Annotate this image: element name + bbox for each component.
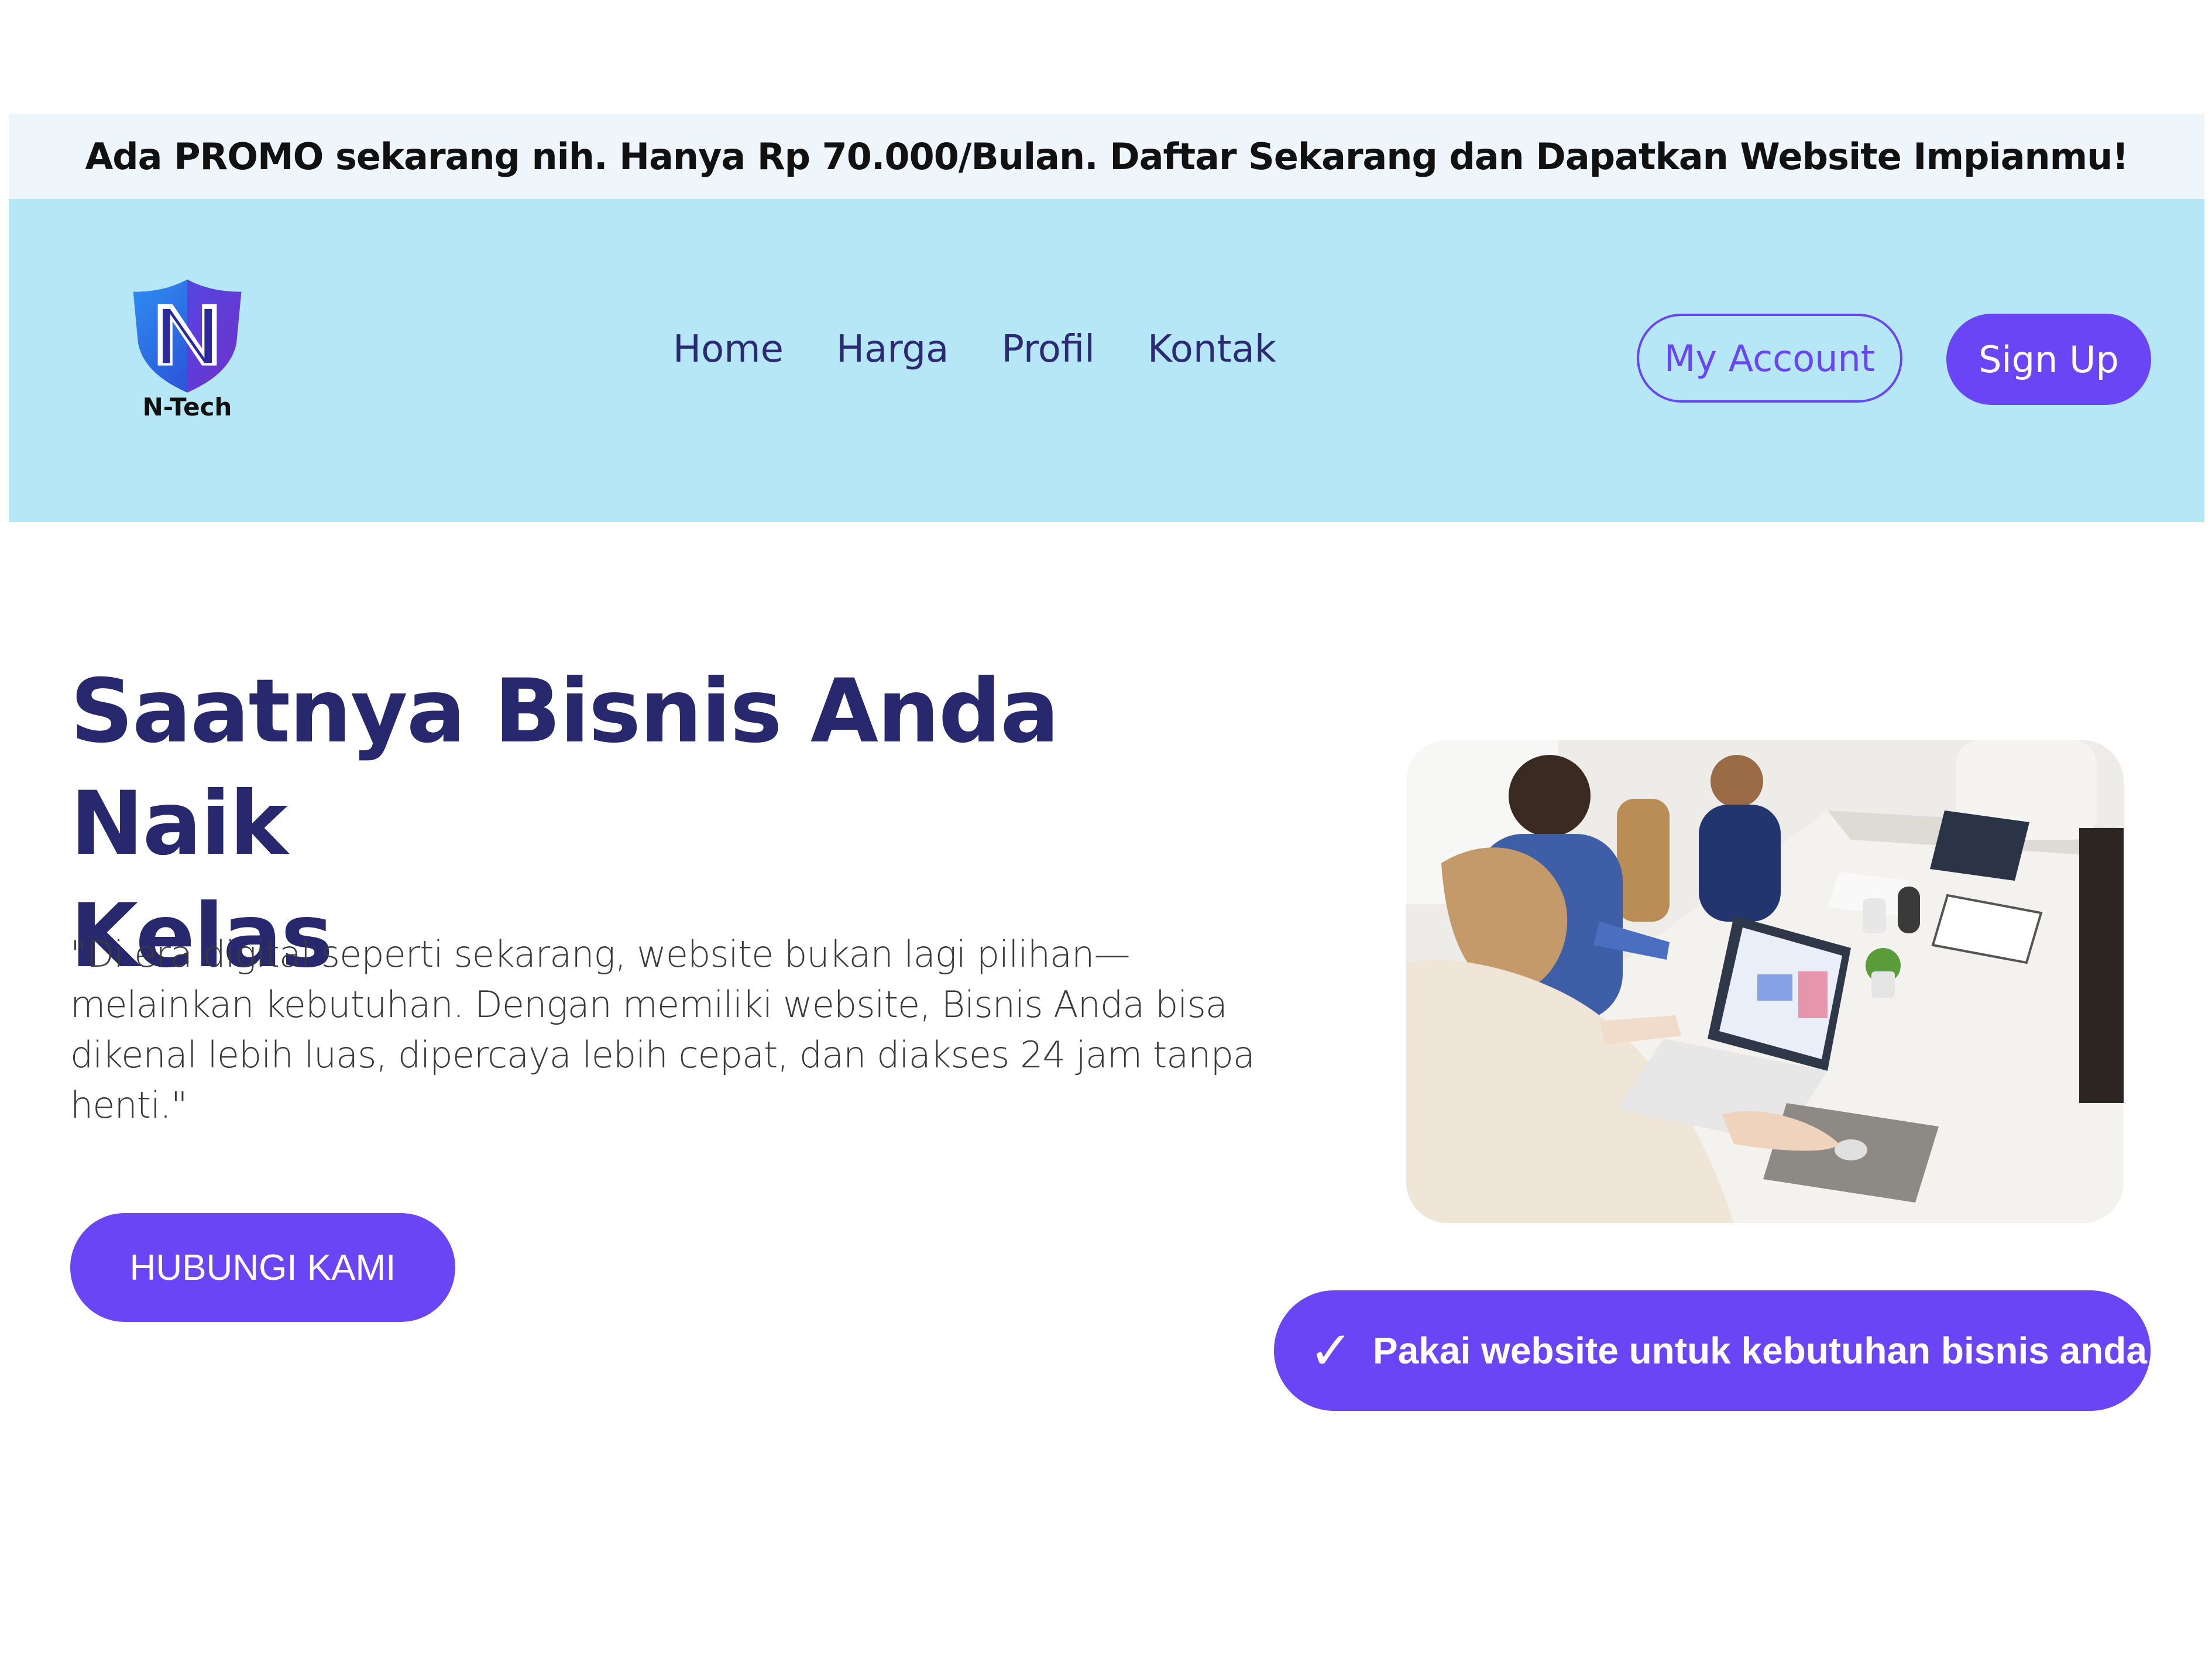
promo-text: Ada PROMO sekarang nih. Hanya Rp 70.000/… (85, 135, 2128, 178)
business-team-meeting-photo (1406, 740, 2124, 1223)
sign-up-button[interactable]: Sign Up (1946, 314, 2151, 405)
logo-text: N-Tech (142, 393, 232, 421)
main-nav: Home Harga Profil Kontak (673, 328, 1276, 371)
shield-n-logo-icon (133, 279, 242, 393)
logo[interactable]: N-Tech (114, 272, 260, 421)
hero-description: "Di era digital seperti sekarang, websit… (70, 933, 1255, 1126)
nav-harga[interactable]: Harga (836, 328, 949, 371)
nav-kontak[interactable]: Kontak (1148, 328, 1276, 371)
feature-badge-text: Pakai website untuk kebutuhan bisnis and… (1373, 1330, 2147, 1372)
feature-badge: ✓ Pakai website untuk kebutuhan bisnis a… (1274, 1290, 2151, 1411)
my-account-button[interactable]: My Account (1637, 314, 1902, 403)
site-header: N-Tech Home Harga Profil Kontak My Accou… (9, 199, 2204, 522)
hero-title-line1: Saatnya Bisnis Anda Naik (70, 661, 1059, 875)
page-frame: Ada PROMO sekarang nih. Hanya Rp 70.000/… (9, 114, 2204, 522)
check-icon: ✓ (1308, 1320, 1354, 1382)
nav-home[interactable]: Home (673, 328, 784, 371)
nav-profil[interactable]: Profil (1001, 328, 1095, 371)
contact-us-button[interactable]: HUBUNGI KAMI (70, 1213, 455, 1322)
promo-bar: Ada PROMO sekarang nih. Hanya Rp 70.000/… (9, 114, 2204, 199)
